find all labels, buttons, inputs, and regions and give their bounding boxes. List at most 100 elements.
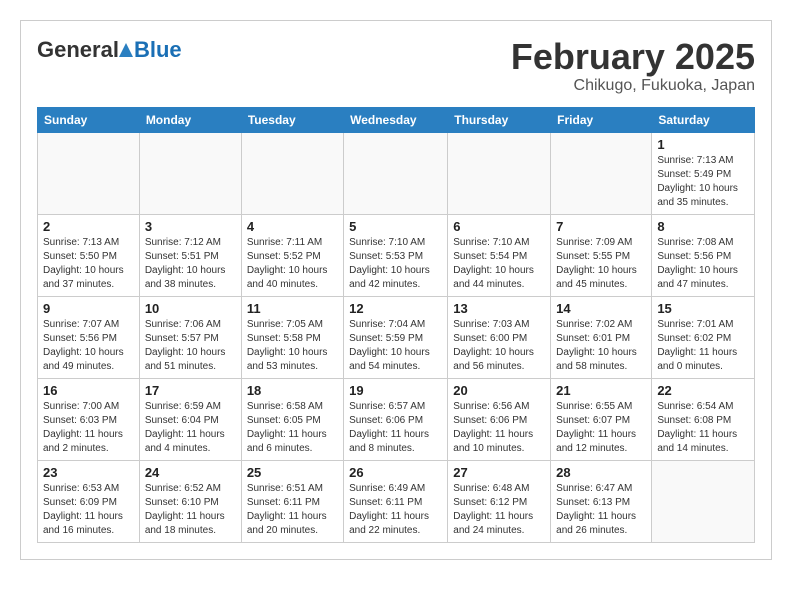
day-number: 5 — [349, 219, 442, 234]
day-info: Sunrise: 6:52 AM Sunset: 6:10 PM Dayligh… — [145, 482, 236, 538]
calendar-cell: 18 Sunrise: 6:58 AM Sunset: 6:05 PM Dayli… — [241, 378, 343, 460]
day-info: Sunrise: 6:47 AM Sunset: 6:13 PM Dayligh… — [556, 482, 646, 538]
calendar-cell: 26 Sunrise: 6:49 AM Sunset: 6:11 PM Dayli… — [344, 460, 448, 542]
day-info: Sunrise: 6:57 AM Sunset: 6:06 PM Dayligh… — [349, 400, 442, 456]
calendar-cell: 17Sunrise: 6:59 AM Sunset: 6:04 PM Dayli… — [139, 378, 241, 460]
day-number: 13 — [453, 301, 545, 316]
day-number: 21 — [556, 383, 646, 398]
day-info: Sunrise: 6:48 AM Sunset: 6:12 PM Dayligh… — [453, 482, 545, 538]
day-number: 26 — [349, 465, 442, 480]
calendar-cell — [551, 132, 652, 214]
calendar-cell: 6Sunrise: 7:10 AM Sunset: 5:54 PM Daylig… — [448, 214, 551, 296]
day-number: 10 — [145, 301, 236, 316]
weekday-header: Tuesday — [241, 107, 343, 132]
day-info: Sunrise: 6:49 AM Sunset: 6:11 PM Dayligh… — [349, 482, 442, 538]
day-info: Sunrise: 6:58 AM Sunset: 6:05 PM Dayligh… — [247, 400, 338, 456]
calendar-cell — [38, 132, 140, 214]
day-number: 6 — [453, 219, 545, 234]
day-info: Sunrise: 6:55 AM Sunset: 6:07 PM Dayligh… — [556, 400, 646, 456]
location-subtitle: Chikugo, Fukuoka, Japan — [511, 77, 755, 95]
calendar-cell: 24 Sunrise: 6:52 AM Sunset: 6:10 PM Dayli… — [139, 460, 241, 542]
day-number: 27 — [453, 465, 545, 480]
calendar-cell: 14Sunrise: 7:02 AM Sunset: 6:01 PM Dayli… — [551, 296, 652, 378]
calendar-cell: 7Sunrise: 7:09 AM Sunset: 5:55 PM Daylig… — [551, 214, 652, 296]
day-number: 12 — [349, 301, 442, 316]
calendar-cell: 4Sunrise: 7:11 AM Sunset: 5:52 PM Daylig… — [241, 214, 343, 296]
day-info: Sunrise: 7:04 AM Sunset: 5:59 PM Dayligh… — [349, 318, 442, 374]
day-number: 11 — [247, 301, 338, 316]
day-info: Sunrise: 7:07 AM Sunset: 5:56 PM Dayligh… — [43, 318, 134, 374]
logo-general: General — [37, 37, 119, 63]
day-number: 24 — [145, 465, 236, 480]
calendar-cell: 21 Sunrise: 6:55 AM Sunset: 6:07 PM Dayli… — [551, 378, 652, 460]
day-info: Sunrise: 7:11 AM Sunset: 5:52 PM Dayligh… — [247, 236, 338, 292]
day-number: 20 — [453, 383, 545, 398]
month-title: February 2025 — [511, 37, 755, 77]
calendar-cell: 8 Sunrise: 7:08 AM Sunset: 5:56 PM Daylig… — [652, 214, 755, 296]
day-info: Sunrise: 7:06 AM Sunset: 5:57 PM Dayligh… — [145, 318, 236, 374]
day-number: 8 — [657, 219, 749, 234]
logo-blue: Blue — [134, 37, 182, 63]
weekday-header: Monday — [139, 107, 241, 132]
day-number: 23 — [43, 465, 134, 480]
calendar-header-row: SundayMondayTuesdayWednesdayThursdayFrid… — [38, 107, 755, 132]
logo: General Blue — [37, 37, 182, 63]
calendar-week-row: 23 Sunrise: 6:53 AM Sunset: 6:09 PM Dayli… — [38, 460, 755, 542]
day-info: Sunrise: 6:53 AM Sunset: 6:09 PM Dayligh… — [43, 482, 134, 538]
day-number: 9 — [43, 301, 134, 316]
day-number: 3 — [145, 219, 236, 234]
calendar-cell: 3 Sunrise: 7:12 AM Sunset: 5:51 PM Daylig… — [139, 214, 241, 296]
day-info: Sunrise: 6:59 AM Sunset: 6:04 PM Dayligh… — [145, 400, 236, 456]
day-number: 2 — [43, 219, 134, 234]
calendar-cell: 9 Sunrise: 7:07 AM Sunset: 5:56 PM Daylig… — [38, 296, 140, 378]
calendar-cell: 2 Sunrise: 7:13 AM Sunset: 5:50 PM Daylig… — [38, 214, 140, 296]
day-info: Sunrise: 6:51 AM Sunset: 6:11 PM Dayligh… — [247, 482, 338, 538]
weekday-header: Thursday — [448, 107, 551, 132]
calendar-cell: 23 Sunrise: 6:53 AM Sunset: 6:09 PM Dayli… — [38, 460, 140, 542]
calendar-cell: 25 Sunrise: 6:51 AM Sunset: 6:11 PM Dayli… — [241, 460, 343, 542]
day-number: 28 — [556, 465, 646, 480]
day-info: Sunrise: 7:03 AM Sunset: 6:00 PM Dayligh… — [453, 318, 545, 374]
calendar-week-row: 2 Sunrise: 7:13 AM Sunset: 5:50 PM Daylig… — [38, 214, 755, 296]
day-info: Sunrise: 6:56 AM Sunset: 6:06 PM Dayligh… — [453, 400, 545, 456]
day-info: Sunrise: 7:08 AM Sunset: 5:56 PM Dayligh… — [657, 236, 749, 292]
page-header: General Blue February 2025 Chikugo, Fuku… — [37, 37, 755, 95]
day-number: 14 — [556, 301, 646, 316]
day-number: 25 — [247, 465, 338, 480]
calendar-week-row: 16 Sunrise: 7:00 AM Sunset: 6:03 PM Dayli… — [38, 378, 755, 460]
calendar-cell — [652, 460, 755, 542]
calendar-cell: 15 Sunrise: 7:01 AM Sunset: 6:02 PM Dayli… — [652, 296, 755, 378]
weekday-header: Saturday — [652, 107, 755, 132]
day-info: Sunrise: 7:10 AM Sunset: 5:53 PM Dayligh… — [349, 236, 442, 292]
calendar-week-row: 9 Sunrise: 7:07 AM Sunset: 5:56 PM Daylig… — [38, 296, 755, 378]
calendar-table: SundayMondayTuesdayWednesdayThursdayFrid… — [37, 107, 755, 543]
day-info: Sunrise: 7:09 AM Sunset: 5:55 PM Dayligh… — [556, 236, 646, 292]
weekday-header: Sunday — [38, 107, 140, 132]
calendar-cell — [344, 132, 448, 214]
calendar-page: General Blue February 2025 Chikugo, Fuku… — [20, 20, 772, 560]
day-info: Sunrise: 7:01 AM Sunset: 6:02 PM Dayligh… — [657, 318, 749, 374]
day-info: Sunrise: 7:13 AM Sunset: 5:49 PM Dayligh… — [657, 154, 749, 210]
day-info: Sunrise: 7:00 AM Sunset: 6:03 PM Dayligh… — [43, 400, 134, 456]
day-number: 15 — [657, 301, 749, 316]
weekday-header: Wednesday — [344, 107, 448, 132]
calendar-cell: 1Sunrise: 7:13 AM Sunset: 5:49 PM Daylig… — [652, 132, 755, 214]
day-info: Sunrise: 6:54 AM Sunset: 6:08 PM Dayligh… — [657, 400, 749, 456]
day-number: 16 — [43, 383, 134, 398]
day-number: 22 — [657, 383, 749, 398]
calendar-cell: 28 Sunrise: 6:47 AM Sunset: 6:13 PM Dayli… — [551, 460, 652, 542]
day-info: Sunrise: 7:05 AM Sunset: 5:58 PM Dayligh… — [247, 318, 338, 374]
title-block: February 2025 Chikugo, Fukuoka, Japan — [511, 37, 755, 95]
day-info: Sunrise: 7:13 AM Sunset: 5:50 PM Dayligh… — [43, 236, 134, 292]
calendar-cell: 16 Sunrise: 7:00 AM Sunset: 6:03 PM Dayli… — [38, 378, 140, 460]
day-number: 19 — [349, 383, 442, 398]
day-info: Sunrise: 7:12 AM Sunset: 5:51 PM Dayligh… — [145, 236, 236, 292]
calendar-cell: 13 Sunrise: 7:03 AM Sunset: 6:00 PM Dayli… — [448, 296, 551, 378]
day-number: 18 — [247, 383, 338, 398]
calendar-cell: 11 Sunrise: 7:05 AM Sunset: 5:58 PM Dayli… — [241, 296, 343, 378]
calendar-cell: 22 Sunrise: 6:54 AM Sunset: 6:08 PM Dayli… — [652, 378, 755, 460]
calendar-cell: 19 Sunrise: 6:57 AM Sunset: 6:06 PM Dayli… — [344, 378, 448, 460]
calendar-cell: 5 Sunrise: 7:10 AM Sunset: 5:53 PM Daylig… — [344, 214, 448, 296]
calendar-cell — [139, 132, 241, 214]
calendar-cell: 10 Sunrise: 7:06 AM Sunset: 5:57 PM Dayli… — [139, 296, 241, 378]
